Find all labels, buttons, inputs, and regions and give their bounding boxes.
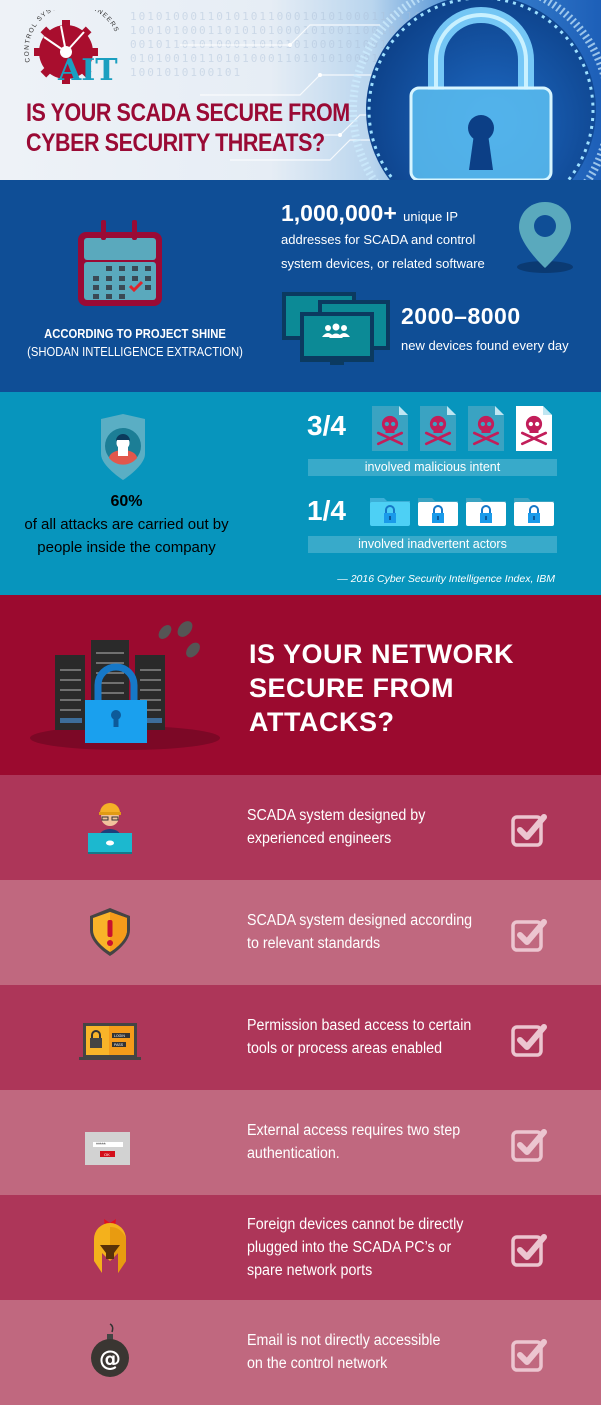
monitors-icon — [282, 292, 390, 365]
malicious-file-icon — [372, 406, 408, 451]
svg-text:OK: OK — [104, 1152, 110, 1157]
calendar-icon — [78, 220, 162, 306]
checkbox-checked-icon — [511, 1231, 551, 1274]
checklist-text-line: tools or process areas enabled — [247, 1040, 443, 1057]
ip-count-desc-line2: addresses for SCADA and control — [281, 232, 476, 247]
svg-text:PASS: PASS — [114, 1043, 124, 1047]
checklist-text: Foreign devices cannot be directly plugge… — [247, 1213, 477, 1282]
malicious-file-icon — [468, 406, 504, 451]
source-project-shine: ACCORDING TO PROJECT SHINE — [44, 327, 226, 341]
email-bomb-icon: @ — [91, 1323, 129, 1377]
spartan-helmet-icon — [94, 1219, 126, 1273]
padlock-hero-image — [349, 0, 601, 180]
checkbox-checked-icon — [511, 1021, 551, 1064]
checklist-text-line: SCADA system designed by — [247, 807, 426, 824]
network-title: IS YOUR NETWORK SECURE FROM ATTACKS? — [249, 637, 514, 739]
warning-shield-icon — [90, 908, 130, 956]
secure-folder-icon — [514, 498, 554, 526]
new-devices-label: new devices found every day — [401, 338, 569, 353]
new-devices-value: 2000–8000 — [401, 303, 521, 329]
network-title-line2: SECURE FROM — [249, 673, 455, 703]
checkbox-checked-icon — [511, 1126, 551, 1169]
svg-text:*****: ***** — [96, 1143, 106, 1149]
checklist-text: Permission based access to certain tools … — [247, 1014, 477, 1060]
checklist-text: SCADA system designed by experienced engi… — [247, 804, 477, 850]
login-laptop-icon: LOGIN PASS — [79, 1023, 141, 1060]
checklist-item: SCADA system designed according to releva… — [0, 880, 601, 985]
servers-lock-icon — [30, 621, 220, 750]
checklist-text-line: experienced engineers — [247, 830, 392, 847]
checklist-text-line: Foreign devices cannot be directly — [247, 1215, 464, 1233]
checklist-text-line: Email is not directly accessible — [247, 1332, 441, 1349]
checkbox-checked-icon — [511, 916, 551, 959]
checklist-text: External access requires two step authent… — [247, 1119, 477, 1165]
insider-percent: 60% — [110, 493, 143, 510]
checklist-item: LOGIN PASS Permission based access to cert… — [0, 985, 601, 1090]
source-citation: — 2016 Cyber Security Intelligence Index… — [337, 573, 555, 585]
malicious-fraction: 3/4 — [307, 410, 346, 441]
checklist-item: Foreign devices cannot be directly plugge… — [0, 1195, 601, 1300]
header-banner: 1010100011010101100010101000110110100101… — [0, 0, 601, 180]
ait-logo: CONTROL SYSTEMS ENGINEERS AIT — [24, 10, 119, 85]
benign-file-icon — [516, 406, 552, 451]
checklist-item: SCADA system designed by experienced engi… — [0, 775, 601, 880]
checklist-text-line: authentication. — [247, 1145, 340, 1162]
checklist-text-line: SCADA system designed according — [247, 912, 473, 929]
network-title-line1: IS YOUR NETWORK — [249, 639, 515, 669]
checkbox-checked-icon — [511, 811, 551, 854]
inadvertent-folder-icon — [370, 498, 410, 526]
checklist-text: SCADA system designed according to releva… — [247, 909, 477, 955]
checklist-text-line: External access requires two step — [247, 1122, 461, 1139]
malicious-label: involved malicious intent — [308, 459, 557, 476]
main-title-line1: IS YOUR SCADA SECURE FROM — [26, 99, 350, 127]
ip-count-value: 1,000,000+ — [281, 200, 397, 226]
checklist-item: ***** OK External access requires two step… — [0, 1090, 601, 1195]
inadvertent-label: involved inadvertent actors — [308, 536, 557, 553]
ip-count-desc-line3: system devices, or related software — [281, 256, 485, 271]
insider-desc-line2: people inside the company — [37, 539, 216, 556]
checklist-text-line: to relevant standards — [247, 935, 381, 952]
checklist-text-line: spare network ports — [247, 1261, 373, 1279]
checklist-text-line: Permission based access to certain — [247, 1017, 472, 1034]
user-shield-icon — [101, 414, 145, 480]
engineer-icon — [88, 803, 132, 854]
main-title: IS YOUR SCADA SECURE FROM CYBER SECURITY… — [26, 98, 350, 158]
network-title-line3: ATTACKS? — [249, 707, 395, 737]
secure-folder-icon — [466, 498, 506, 526]
svg-text:AIT: AIT — [57, 53, 118, 85]
malicious-file-icon — [420, 406, 456, 451]
source-shodan: (SHODAN INTELLIGENCE EXTRACTION) — [27, 345, 243, 359]
main-title-line2: CYBER SECURITY THREATS? — [26, 129, 325, 157]
checklist-text: Email is not directly accessible on the c… — [247, 1329, 477, 1375]
checklist-item: @ Email is not directly accessible on the … — [0, 1300, 601, 1405]
checkbox-checked-icon — [511, 1336, 551, 1379]
checklist-text-line: on the control network — [247, 1355, 388, 1372]
security-checklist: SCADA system designed by experienced engi… — [0, 775, 601, 1405]
location-pin-icon — [517, 202, 573, 273]
svg-text:LOGIN: LOGIN — [114, 1034, 125, 1038]
svg-text:@: @ — [99, 1347, 121, 1372]
inadvertent-fraction: 1/4 — [307, 495, 346, 526]
checklist-text-line: plugged into the SCADA PC’s or — [247, 1238, 452, 1256]
password-dialog-icon: ***** OK — [85, 1132, 130, 1165]
secure-folder-icon — [418, 498, 458, 526]
ip-count-stat: 1,000,000+ unique IP — [281, 200, 458, 227]
ip-count-suffix: unique IP — [403, 209, 459, 224]
insider-desc-line1: of all attacks are carried out by — [24, 516, 229, 533]
